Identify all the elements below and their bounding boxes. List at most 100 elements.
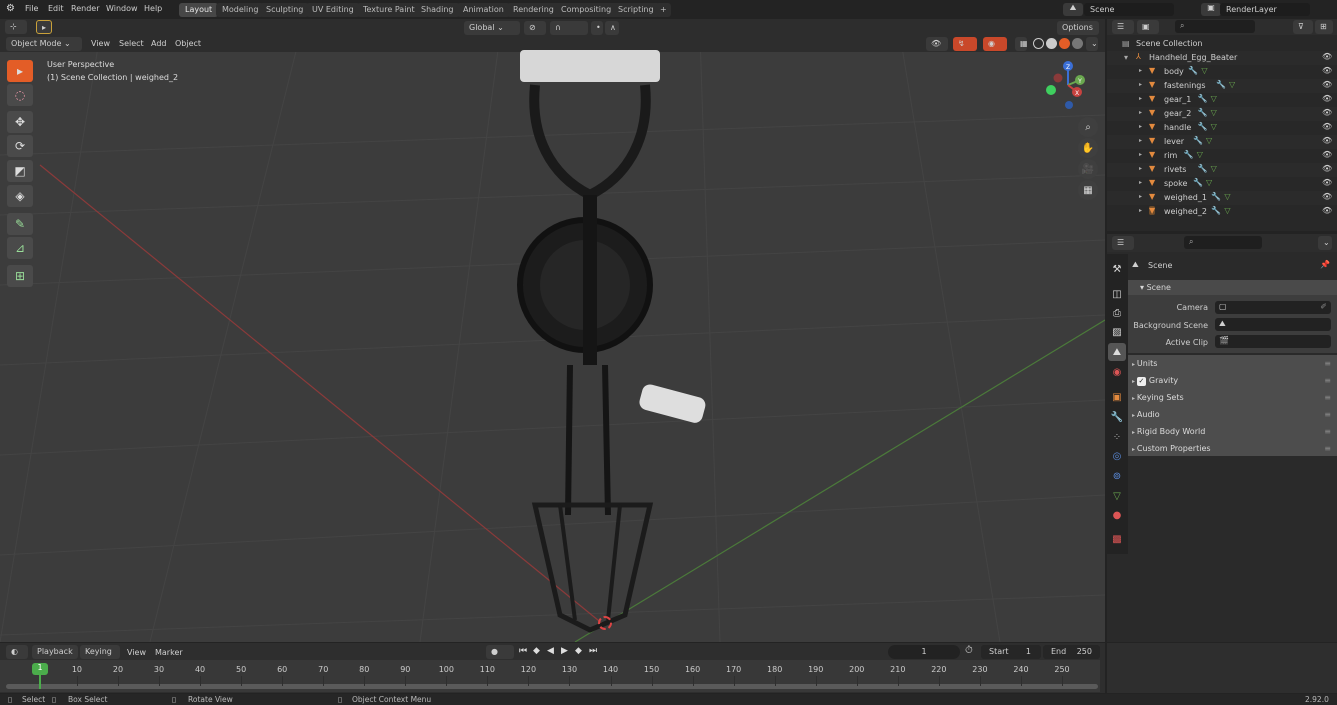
menu-select[interactable]: Select	[119, 39, 144, 48]
expand-arrow-icon[interactable]: ▸	[1139, 109, 1142, 116]
tab-shading[interactable]: Shading	[415, 3, 460, 17]
world-tab-icon[interactable]: ◉	[1108, 363, 1126, 381]
move-tool-icon[interactable]: ✥	[7, 111, 33, 133]
outliner-row-object[interactable]: ▸ ▼ body 🔧 ▽ 👁	[1107, 65, 1337, 79]
playhead-frame-indicator[interactable]: 1	[32, 663, 48, 675]
outliner-row-object[interactable]: ▸ ▼ lever 🔧 ▽ 👁	[1107, 135, 1337, 149]
navigation-gizmo[interactable]: Z Y X	[1040, 57, 1095, 117]
tab-modeling[interactable]: Modeling	[216, 3, 265, 17]
visibility-eye-icon[interactable]: 👁	[1322, 136, 1332, 145]
ortho-toggle-icon[interactable]: ▦	[1078, 180, 1098, 200]
jump-start-icon[interactable]: ⏮	[519, 646, 527, 656]
tab-sculpting[interactable]: Sculpting	[260, 3, 310, 17]
outliner-row-object[interactable]: ▸ ▼ weighed_1 🔧 ▽ 👁	[1107, 191, 1337, 205]
keying-menu[interactable]: Keying ⌄	[80, 645, 120, 665]
modifier-icon[interactable]: 🔧	[1193, 136, 1203, 145]
visibility-eye-icon[interactable]: 👁	[1322, 206, 1332, 215]
properties-options-icon[interactable]: ⌄	[1318, 236, 1332, 250]
mesh-data-icon[interactable]: ▽	[1206, 136, 1212, 145]
expand-arrow-icon[interactable]: ▾	[1124, 53, 1128, 62]
tab-texture-paint[interactable]: Texture Paint	[357, 3, 421, 17]
scale-tool-icon[interactable]: ◩	[7, 160, 33, 182]
expand-arrow-icon[interactable]: ▸	[1139, 123, 1142, 130]
visibility-eye-icon[interactable]: 👁	[1322, 108, 1332, 117]
visibility-eye-icon[interactable]: 👁	[1322, 122, 1332, 131]
tab-scripting[interactable]: Scripting	[612, 3, 660, 17]
xray-icon[interactable]: ▦	[1015, 37, 1028, 51]
pivot-point-icon[interactable]: ⊘	[524, 21, 546, 35]
proportional-edit-icon[interactable]: •	[591, 21, 603, 35]
cursor-tool-icon[interactable]: ◌	[7, 84, 33, 106]
measure-tool-icon[interactable]: ⊿	[7, 237, 33, 259]
tool-tab-icon[interactable]: ⚒	[1108, 260, 1126, 278]
outliner-search-input[interactable]: ⌕	[1175, 20, 1255, 33]
menu-help[interactable]: Help	[144, 4, 162, 13]
camera-view-icon[interactable]: 🎥	[1078, 159, 1098, 179]
pan-view-icon[interactable]: ✋	[1078, 138, 1098, 158]
menu-add[interactable]: Add	[151, 39, 167, 48]
visibility-eye-icon[interactable]: 👁	[1322, 178, 1332, 187]
modifier-icon[interactable]: 🔧	[1211, 206, 1221, 215]
gizmo-toggle-icon[interactable]: ↯	[953, 37, 977, 51]
mesh-data-icon[interactable]: ▽	[1211, 164, 1217, 173]
next-keyframe-icon[interactable]: ◆	[575, 646, 582, 656]
wireframe-shading-icon[interactable]	[1033, 38, 1044, 49]
visibility-icon[interactable]: 👁	[926, 37, 948, 51]
scene-icon[interactable]: ⛰	[1063, 3, 1083, 16]
drag-handle-icon[interactable]: ≡	[1324, 359, 1331, 368]
drag-handle-icon[interactable]: ≡	[1324, 427, 1331, 436]
tab-layout[interactable]: Layout	[179, 3, 219, 17]
options-dropdown[interactable]: Options	[1057, 21, 1099, 35]
add-cube-tool-icon[interactable]: ⊞	[7, 265, 33, 287]
active-clip-field[interactable]: 🎬	[1215, 335, 1331, 348]
outliner-row-scene-collection[interactable]: ▤ Scene Collection	[1107, 37, 1337, 51]
playback-menu[interactable]: Playback ⌄	[32, 645, 78, 665]
texture-tab-icon[interactable]: ▩	[1108, 530, 1126, 548]
render-tab-icon[interactable]: ◫	[1108, 285, 1126, 303]
timeline-scrollbar[interactable]	[6, 684, 1098, 689]
play-reverse-icon[interactable]: ◀	[547, 646, 554, 656]
timeline-editor-type-icon[interactable]: ◐	[6, 645, 28, 659]
subpanel-checkbox[interactable]: ✓	[1136, 377, 1146, 386]
drag-handle-icon[interactable]: ≡	[1324, 444, 1331, 453]
modifier-icon[interactable]: 🔧	[1193, 178, 1203, 187]
outliner-row-object[interactable]: ▸ ▼ gear_1 🔧 ▽ 👁	[1107, 93, 1337, 107]
mesh-data-icon[interactable]: ▽	[1224, 206, 1230, 215]
tab-animation[interactable]: Animation	[457, 3, 510, 17]
modifier-icon[interactable]: 🔧	[1188, 66, 1198, 75]
mesh-data-icon[interactable]: ▽	[1211, 94, 1217, 103]
scene-tab-icon[interactable]: ⛰	[1108, 343, 1126, 361]
expand-arrow-icon[interactable]: ▸	[1139, 179, 1142, 186]
tab-compositing[interactable]: Compositing	[555, 3, 618, 17]
expand-arrow-icon[interactable]: ▸	[1139, 207, 1142, 214]
renderlayer-selector[interactable]: RenderLayer	[1220, 3, 1310, 16]
visibility-eye-icon[interactable]: 👁	[1322, 80, 1332, 89]
modifier-icon[interactable]: 🔧	[1198, 164, 1208, 173]
select-box-tool-icon[interactable]: ▸	[7, 60, 33, 82]
transform-orientation-dropdown[interactable]: Global ⌄	[464, 21, 520, 35]
overlay-toggle-icon[interactable]: ◉	[983, 37, 1007, 51]
subpanel-header[interactable]: ▸ Keying Sets ≡	[1128, 389, 1337, 406]
display-mode-icon[interactable]: ▣	[1137, 20, 1159, 34]
shading-options-icon[interactable]: ⌄	[1086, 37, 1098, 51]
properties-editor-type-icon[interactable]: ☰	[1112, 236, 1134, 250]
physics-tab-icon[interactable]: ◎	[1108, 447, 1126, 465]
rotate-tool-icon[interactable]: ⟳	[7, 135, 33, 157]
rendered-shading-icon[interactable]	[1072, 38, 1083, 49]
expand-arrow-icon[interactable]: ▸	[1139, 95, 1142, 102]
material-tab-icon[interactable]: ●	[1108, 506, 1126, 524]
mesh-data-icon[interactable]: ▽	[1211, 108, 1217, 117]
menu-render[interactable]: Render	[71, 4, 99, 13]
annotate-tool-icon[interactable]: ✎	[7, 213, 33, 235]
add-workspace-button[interactable]: +	[656, 3, 671, 17]
snap-icon[interactable]: ∩	[550, 21, 588, 35]
background-scene-field[interactable]: ⛰	[1215, 318, 1331, 331]
object-tab-icon[interactable]: ▣	[1108, 388, 1126, 406]
menu-window[interactable]: Window	[106, 4, 138, 13]
expand-arrow-icon[interactable]: ▸	[1139, 67, 1142, 74]
camera-field[interactable]: ▢ ✐	[1215, 301, 1331, 314]
outliner-row-object[interactable]: ▸ ▼ handle 🔧 ▽ 👁	[1107, 121, 1337, 135]
zoom-view-icon[interactable]: ⌕	[1078, 117, 1098, 137]
mode-dropdown[interactable]: Object Mode ⌄	[6, 37, 82, 51]
blender-logo-icon[interactable]: ⚙	[6, 3, 15, 14]
